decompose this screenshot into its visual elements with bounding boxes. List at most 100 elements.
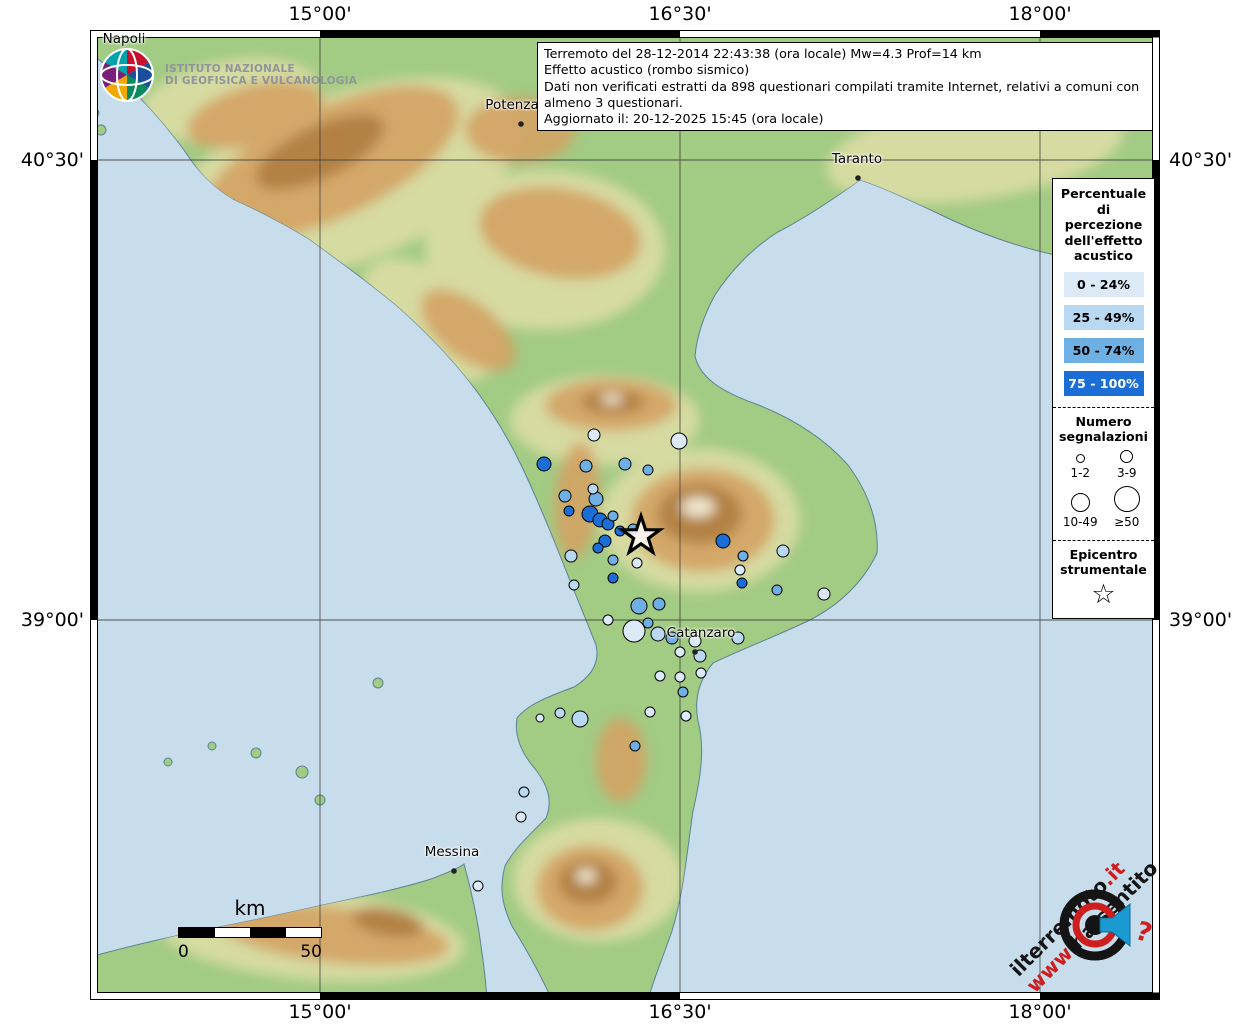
report-point [735,565,745,575]
axis-label-bottom-1: 15°00' [288,1001,351,1023]
event-title-line2: Effetto acustico (rombo sismico) [544,62,1146,78]
legend-size-circle [1114,486,1140,512]
report-point [631,598,647,614]
report-point [737,578,747,588]
legend-size-label: 1-2 [1070,466,1090,480]
report-point [593,543,603,553]
axis-label-left-1: 40°30' [21,149,84,171]
report-point [623,620,645,642]
report-point [564,506,574,516]
axis-label-top-1: 15°00' [288,3,351,25]
report-point [555,708,565,718]
report-point [772,585,782,595]
legend-classes: 0 - 24% 25 - 49% 50 - 74% 75 - 100% [1057,272,1150,396]
legend-class-2: 50 - 74% [1064,338,1144,363]
ingv-name-line2: DI GEOFISICA E VULCANOLOGIA [165,75,357,88]
event-title-line1: Terremoto del 28-12-2014 22:43:38 (ora l… [544,46,1146,62]
report-point [678,687,688,697]
legend-sizes-section: Numero segnalazioni 1-2 3-9 10-49 ≥50 [1053,407,1154,529]
report-point [588,484,598,494]
ingv-name-line1: ISTITUTO NAZIONALE [165,63,357,76]
watermark-speaker-icon: ? [1028,858,1168,1002]
report-point [716,534,730,548]
epicenter-star-symbol: ☆ [1057,580,1150,610]
legend-size-circle [1120,450,1133,463]
legend-size-3: ≥50 [1104,486,1151,529]
report-point [651,627,665,641]
legend-title: Percentuale di percezione dell'effetto a… [1057,186,1150,264]
report-point [603,615,613,625]
scale-bar-end: 50 [300,942,322,962]
scale-bar-segment [286,928,322,937]
report-point [738,551,748,561]
report-point [632,558,642,568]
report-point [696,668,706,678]
axis-label-bottom-2: 16°30' [648,1001,711,1023]
report-point [818,588,830,600]
legend-epicenter-section: Epicentro strumentale ☆ [1053,540,1154,610]
report-point [671,433,687,449]
report-point [559,490,571,502]
report-point [565,550,577,562]
scale-bar-segment [179,928,215,937]
legend-class-1: 25 - 49% [1064,305,1144,330]
scale-bar-rule [178,927,322,938]
axis-label-right-2: 39°00' [1169,609,1232,631]
axis-label-right-1: 40°30' [1169,149,1232,171]
report-point [569,580,579,590]
city-dot-catanzaro [692,649,698,655]
city-dot-potenza [518,121,524,127]
legend-size-label: 3-9 [1117,466,1137,480]
report-point [588,429,600,441]
scale-bar-segment [215,928,251,937]
event-title-box: Terremoto del 28-12-2014 22:43:38 (ora l… [537,42,1153,131]
axis-label-bottom-3: 18°00' [1008,1001,1071,1023]
legend-size-label: ≥50 [1114,515,1139,529]
legend-size-0: 1-2 [1057,454,1104,480]
report-point [536,714,544,722]
report-point [516,812,526,822]
legend-size-label: 10-49 [1063,515,1098,529]
svg-text:?: ? [1132,916,1156,949]
axis-label-top-3: 18°00' [1008,3,1071,25]
scale-bar-unit: km [178,896,322,920]
city-dot-messina [451,868,457,874]
event-title-line3: Dati non verificati estratti da 898 ques… [544,79,1146,112]
report-point [473,881,483,891]
axis-label-left-2: 39°00' [21,609,84,631]
report-point [732,632,744,644]
legend-sizes-title: Numero segnalazioni [1057,414,1150,445]
event-title-line4: Aggiornato il: 20-12-2025 15:45 (ora loc… [544,111,1146,127]
report-point [519,787,529,797]
scale-bar-start: 0 [178,942,189,962]
legend-size-circle [1076,454,1085,463]
report-point [689,635,701,647]
report-point [572,711,588,727]
report-point [645,707,655,717]
city-dot-taranto [855,175,861,181]
report-point [777,545,789,557]
report-point [619,458,631,470]
legend-sizes: 1-2 3-9 10-49 ≥50 [1057,450,1150,529]
report-point [630,741,640,751]
legend-size-2: 10-49 [1057,493,1104,529]
legend-class-3: 75 - 100% [1064,371,1144,396]
report-point [537,457,551,471]
report-point [675,672,685,682]
report-point [608,573,618,583]
report-point [655,671,665,681]
report-point [643,465,653,475]
report-point [608,511,618,521]
legend: Percentuale di percezione dell'effetto a… [1052,178,1155,619]
report-point [666,632,678,644]
ingv-logo: ISTITUTO NAZIONALE DI GEOFISICA E VULCAN… [96,44,357,106]
report-point [653,598,665,610]
report-point [580,460,592,472]
axis-label-top-2: 16°30' [648,3,711,25]
report-point [675,647,685,657]
legend-class-0: 0 - 24% [1064,272,1144,297]
scale-bar-segment [250,928,286,937]
scale-bar: km 0 50 [178,896,322,962]
map-canvas [90,30,1160,1000]
legend-size-1: 3-9 [1104,450,1151,480]
